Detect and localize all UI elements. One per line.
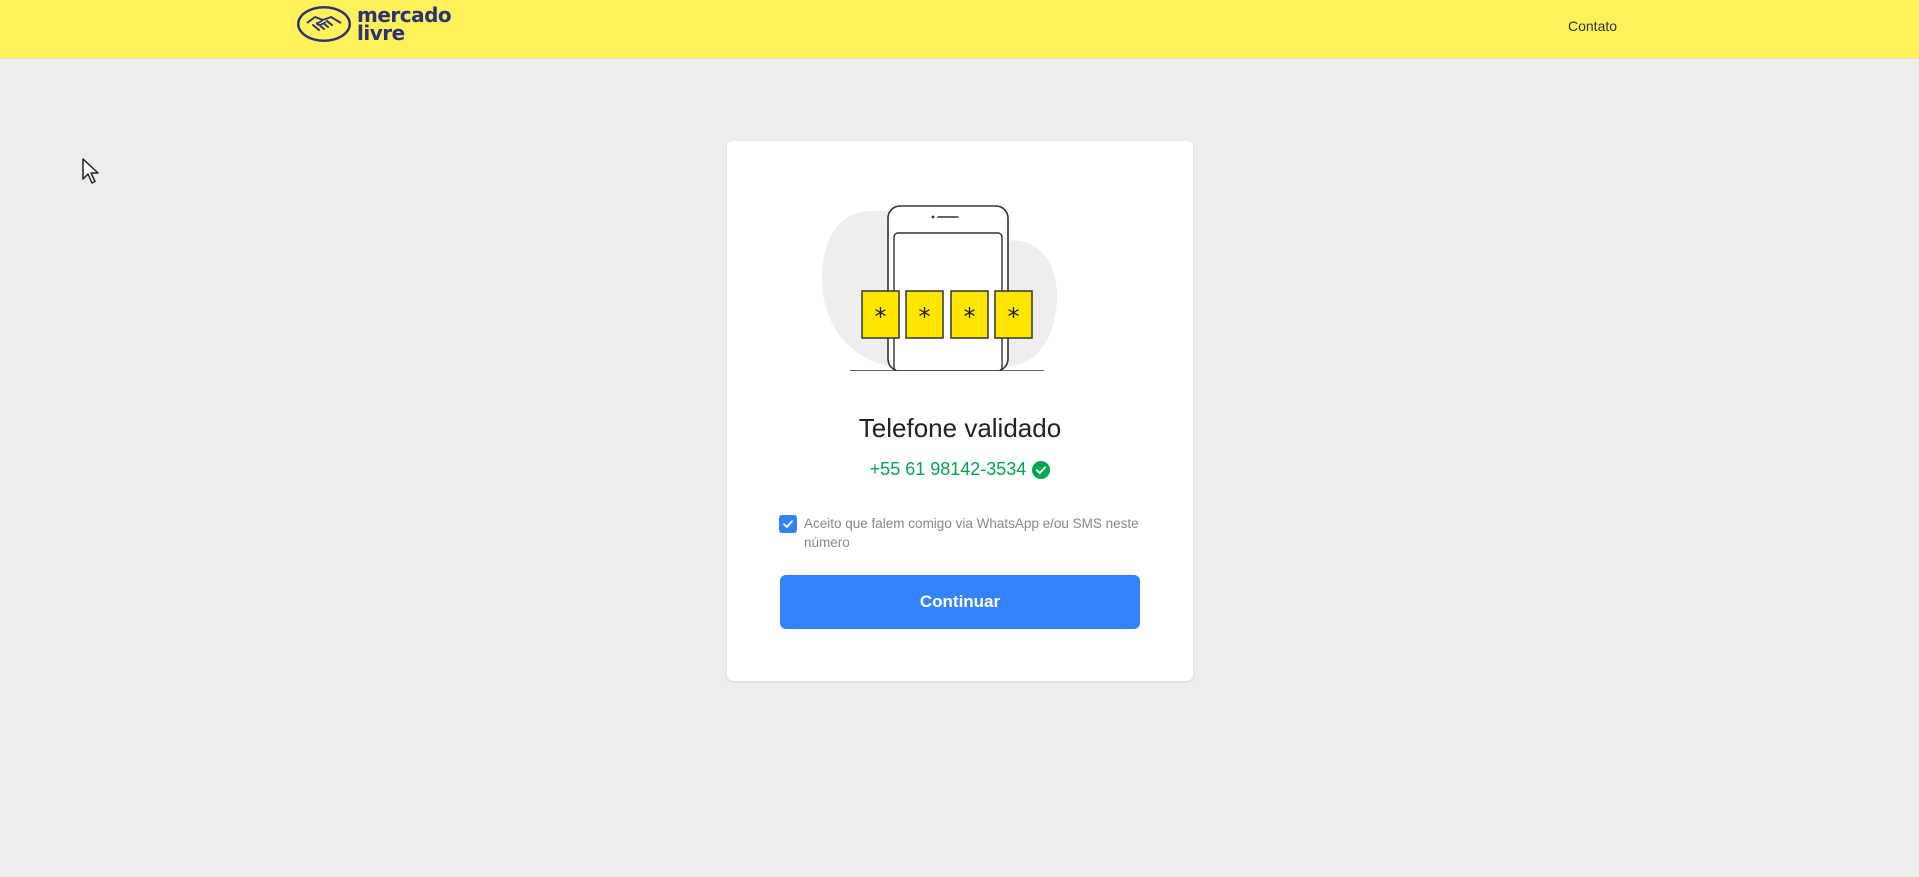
code-digit-text: * [964,303,976,331]
code-digit-text: * [919,303,931,331]
contact-link[interactable]: Contato [1568,18,1617,34]
consent-label: Aceito que falem comigo via WhatsApp e/o… [804,516,1139,550]
consent-checkbox[interactable] [779,515,797,533]
top-header: mercado livre Contato [0,0,1919,58]
code-digit-box: * [994,290,1033,339]
code-digit-text: * [875,303,887,331]
page-title: Telefone validado [858,413,1062,443]
code-digit-box: * [950,290,989,339]
phone-number-row: +55 61 98142-3534 [727,459,1193,480]
code-digit-box: * [905,290,944,339]
check-circle-icon [1032,460,1051,479]
continue-button[interactable]: Continuar [780,575,1140,629]
code-digit-text: * [1008,303,1020,331]
validation-card: * * * * Telefone validado +55 61 98142-3… [727,141,1193,681]
code-digit-box: * [861,290,900,339]
whatsapp-consent[interactable]: Aceito que falem comigo via WhatsApp e/o… [779,514,1139,552]
logo-wordmark: mercado livre [357,5,452,45]
mouse-pointer-icon [82,158,99,184]
validated-phone-number: +55 61 98142-3534 [869,459,1027,479]
logo-line-2: livre [357,21,405,45]
handshake-logo-icon [297,6,351,42]
phone-code-illustration: * * * * [822,205,1057,371]
mercado-livre-logo[interactable]: mercado livre [295,4,452,45]
checkmark-icon [783,520,793,528]
